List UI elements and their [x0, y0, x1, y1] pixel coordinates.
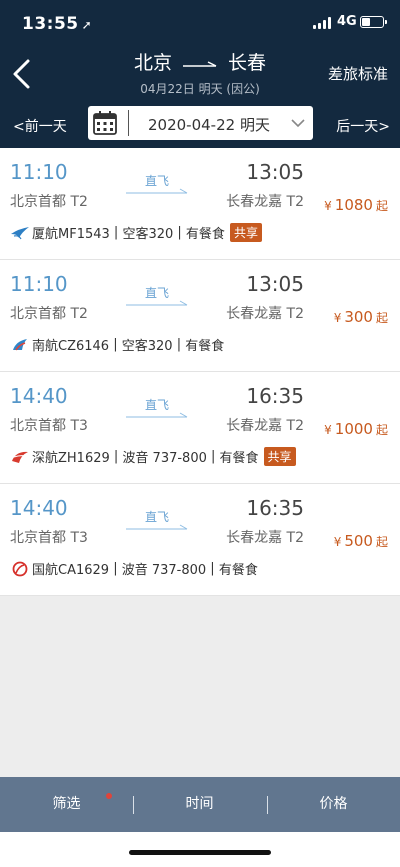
arrival-airport: 长春龙嘉 T2 [226, 306, 304, 322]
xiamen-airlines-logo-icon [11, 226, 29, 239]
location-arrow-icon: ➚ [81, 18, 93, 32]
header: 13:55 ➚ 4G 北京 长春 04月22日 明天 (因公) 差旅标准 <前一天 [0, 0, 400, 148]
direct-flight-label: 直飞 [126, 508, 188, 530]
flight-info: 厦航MF1543 | 空客320 | 有餐食 共享 [10, 223, 262, 242]
departure-airport: 北京首都 T3 [10, 530, 88, 546]
travel-policy-button[interactable]: 差旅标准 [328, 63, 388, 84]
tab-price-sort[interactable]: 价格 [267, 777, 400, 832]
departure-time: 11:10 [10, 272, 68, 296]
arrival-time: 13:05 [246, 160, 304, 184]
filter-notification-dot [106, 793, 112, 799]
bottom-tab-bar: 筛选 时间 价格 [0, 777, 400, 832]
date-picker[interactable]: 2020-04-22 明天 [88, 106, 313, 140]
flight-arrow-icon [126, 188, 188, 194]
arrival-airport: 长春龙嘉 T2 [226, 194, 304, 210]
departure-time: 11:10 [10, 160, 68, 184]
china-southern-logo-icon [13, 338, 27, 350]
departure-airport: 北京首都 T2 [10, 306, 88, 322]
shared-flight-badge: 共享 [263, 447, 296, 466]
air-china-logo-icon [12, 561, 28, 576]
date-text: 2020-04-22 明天 [148, 116, 270, 134]
flight-card[interactable]: 14:40 直飞 16:35 北京首都 T3 长春龙嘉 T2 ¥500 起 国航C… [0, 484, 400, 596]
tab-filter[interactable]: 筛选 [0, 777, 133, 832]
flight-arrow-icon [126, 524, 188, 530]
departure-time: 14:40 [10, 384, 68, 408]
flight-list: 11:10 直飞 13:05 北京首都 T2 长春龙嘉 T2 ¥1080 起 厦航… [0, 148, 400, 596]
price: ¥500 起 [333, 532, 388, 550]
arrival-airport: 长春龙嘉 T2 [226, 418, 304, 434]
departure-time: 14:40 [10, 496, 68, 520]
chevron-right-icon: > [378, 119, 390, 135]
signal-icon [313, 17, 333, 29]
status-bar: 13:55 ➚ 4G [0, 0, 400, 44]
calendar-icon [93, 111, 117, 135]
network-label: 4G [337, 14, 357, 29]
prev-day-button[interactable]: <前一天 [13, 116, 67, 136]
route-from: 北京 [133, 52, 172, 74]
chevron-left-icon: < [13, 119, 25, 135]
flight-card[interactable]: 14:40 直飞 16:35 北京首都 T3 长春龙嘉 T2 ¥1000 起 深航… [0, 372, 400, 484]
departure-airport: 北京首都 T2 [10, 194, 88, 210]
route-arrow-icon [183, 60, 217, 67]
arrival-time: 13:05 [246, 272, 304, 296]
price: ¥1000 起 [324, 420, 388, 438]
direct-flight-label: 直飞 [126, 172, 188, 194]
departure-airport: 北京首都 T3 [10, 418, 88, 434]
tab-time-sort[interactable]: 时间 [133, 777, 266, 832]
flight-info: 国航CA1629 | 波音 737-800 | 有餐食 [10, 559, 258, 578]
flight-info: 深航ZH1629 | 波音 737-800 | 有餐食 共享 [10, 447, 296, 466]
arrival-time: 16:35 [246, 384, 304, 408]
direct-flight-label: 直飞 [126, 284, 188, 306]
shared-flight-badge: 共享 [229, 223, 262, 242]
status-time: 13:55 ➚ [22, 14, 93, 34]
next-day-button[interactable]: 后一天> [336, 116, 390, 136]
price: ¥300 起 [333, 308, 388, 326]
price: ¥1080 起 [324, 196, 388, 214]
home-indicator[interactable] [129, 850, 271, 855]
chevron-down-icon [291, 119, 305, 128]
direct-flight-label: 直飞 [126, 396, 188, 418]
flight-arrow-icon [126, 300, 188, 306]
flight-arrow-icon [126, 412, 188, 418]
route-to: 长春 [228, 52, 267, 74]
battery-icon [360, 16, 387, 28]
flight-info: 南航CZ6146 | 空客320 | 有餐食 [10, 335, 224, 354]
flight-card[interactable]: 11:10 直飞 13:05 北京首都 T2 长春龙嘉 T2 ¥1080 起 厦航… [0, 148, 400, 260]
shenzhen-airlines-logo-icon [12, 451, 28, 463]
flight-card[interactable]: 11:10 直飞 13:05 北京首都 T2 长春龙嘉 T2 ¥300 起 南航C… [0, 260, 400, 372]
arrival-time: 16:35 [246, 496, 304, 520]
arrival-airport: 长春龙嘉 T2 [226, 530, 304, 546]
